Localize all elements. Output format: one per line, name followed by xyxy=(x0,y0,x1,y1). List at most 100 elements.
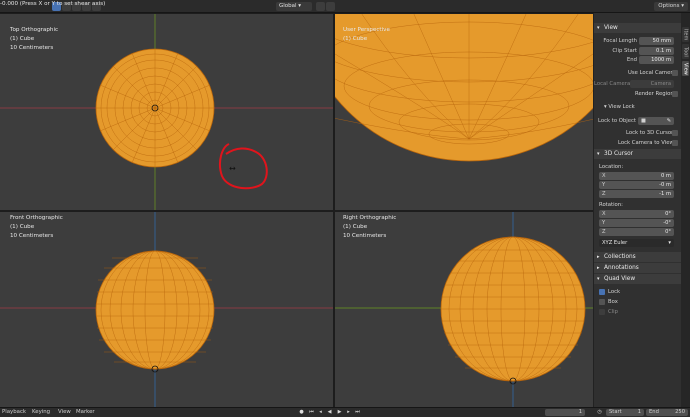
use-local-camera-label: Use Local Camera xyxy=(628,70,676,76)
cursor-location-x[interactable]: X 0 m xyxy=(599,172,674,180)
prev-keyframe-icon[interactable]: ◂ xyxy=(317,409,324,416)
clip-end-field[interactable]: 1000 m xyxy=(639,56,674,64)
status-text: -0.000 (Press X or Y to set shear axis) xyxy=(0,1,106,7)
tab-tool[interactable]: Tool xyxy=(682,44,689,59)
view-menu[interactable]: View xyxy=(58,408,71,417)
use-local-camera-checkbox[interactable] xyxy=(672,70,678,76)
lock-to-object-label: Lock to Object xyxy=(597,118,636,124)
current-frame-field[interactable]: 1 xyxy=(545,409,585,416)
cursor-panel-header[interactable]: ▾ 3D Cursor xyxy=(594,149,681,159)
focal-length-label: Focal Length xyxy=(603,38,637,44)
quad-clip-label: Clip xyxy=(608,309,619,315)
marker-menu[interactable]: Marker xyxy=(76,408,95,417)
axis-label: X xyxy=(602,173,606,179)
expand-triangle-icon: ▾ xyxy=(597,151,600,157)
tab-view[interactable]: View xyxy=(682,61,689,76)
expand-triangle-icon: ▾ xyxy=(597,25,600,31)
record-icon[interactable]: ● xyxy=(298,409,305,416)
viewport-view-name: User Perspective xyxy=(343,27,390,33)
cursor-location-y[interactable]: Y -0 m xyxy=(599,181,674,189)
next-keyframe-icon[interactable]: ▸ xyxy=(345,409,352,416)
lock-to-3d-cursor-checkbox[interactable] xyxy=(672,130,678,136)
preview-range-icon[interactable]: ◷ xyxy=(596,409,603,416)
playback-menu[interactable]: Playback xyxy=(2,408,26,417)
viewport-view-name: Front Orthographic xyxy=(10,215,63,221)
clip-start-label: Clip Start xyxy=(612,48,637,54)
axis-label: X xyxy=(602,211,606,217)
expand-triangle-icon: ▾ xyxy=(597,276,600,282)
axis-value: -0 m xyxy=(659,182,671,188)
sphere-mesh-front xyxy=(95,250,215,373)
cursor-location-z[interactable]: Z -1 m xyxy=(599,190,674,198)
collections-panel-header[interactable]: ▸ Collections xyxy=(594,252,681,262)
front-ortho-canvas xyxy=(0,212,333,407)
lock-camera-to-view-label: Lock Camera to View xyxy=(618,140,674,146)
end-frame-field[interactable]: End 250 xyxy=(646,409,688,416)
viewport-user-perspective[interactable]: User Perspective (1) Cube xyxy=(335,14,593,210)
sphere-mesh xyxy=(95,48,215,168)
cursor-rotation-z[interactable]: Z 0° xyxy=(599,228,674,236)
panel-title: 3D Cursor xyxy=(604,151,634,157)
rotation-label: Rotation: xyxy=(599,202,623,208)
tab-item[interactable]: Item xyxy=(682,27,689,42)
quad-box-checkbox[interactable] xyxy=(599,299,605,305)
red-annotation-circle: ↔ xyxy=(219,143,268,190)
pivot-icon[interactable] xyxy=(316,2,325,11)
eyedropper-icon[interactable]: ✎ xyxy=(667,118,671,124)
start-label: Start xyxy=(609,409,622,415)
axis-value: -0° xyxy=(663,220,671,226)
jump-start-icon[interactable]: ⏮ xyxy=(308,409,315,416)
clip-start-field[interactable]: 0.1 m xyxy=(639,47,674,55)
rotation-mode-dropdown[interactable]: XYZ Euler ▾ xyxy=(599,239,674,247)
viewport-object-name: (1) Cube xyxy=(10,224,35,230)
location-label: Location: xyxy=(599,164,624,170)
snap-icon[interactable] xyxy=(326,2,335,11)
annotations-panel-header[interactable]: ▸ Annotations xyxy=(594,263,681,273)
axis-value: 0 m xyxy=(660,173,671,179)
view-lock-header[interactable]: ▾ View Lock xyxy=(604,104,635,110)
jump-end-icon[interactable]: ⏭ xyxy=(354,409,361,416)
local-camera-label: Local Camera xyxy=(594,81,631,87)
start-frame-field[interactable]: Start 1 xyxy=(606,409,644,416)
play-icon[interactable]: ▶ xyxy=(336,409,343,416)
axis-value: -1 m xyxy=(659,191,671,197)
options-button[interactable]: Options ▾ xyxy=(654,2,688,11)
viewport-object-name: (1) Cube xyxy=(10,36,35,42)
cursor-rotation-y[interactable]: Y -0° xyxy=(599,219,674,227)
axis-value: 0° xyxy=(665,229,671,235)
local-camera-field[interactable]: Camera xyxy=(630,80,674,88)
panel-title: Quad View xyxy=(604,276,636,282)
panel-title: View xyxy=(604,25,618,31)
quad-box-label: Box xyxy=(608,299,618,305)
viewport-view-name: Right Orthographic xyxy=(343,215,397,221)
svg-text:↔: ↔ xyxy=(229,164,236,173)
quad-lock-checkbox[interactable] xyxy=(599,289,605,295)
perspective-canvas xyxy=(335,14,593,162)
right-ortho-canvas xyxy=(335,212,593,407)
collapsed-triangle-icon: ▸ xyxy=(597,254,600,260)
viewport-right-ortho[interactable]: Right Orthographic (1) Cube 10 Centimete… xyxy=(335,212,593,407)
end-label: End xyxy=(649,409,659,415)
quad-view-panel-header[interactable]: ▾ Quad View xyxy=(594,274,681,284)
cursor-rotation-x[interactable]: X 0° xyxy=(599,210,674,218)
sidebar-tabs: Item Tool View xyxy=(681,13,690,407)
viewport-top-ortho[interactable]: ↔ Top Orthographic (1) Cube 10 Centimete… xyxy=(0,14,333,210)
chevron-down-icon: ▾ xyxy=(668,240,671,246)
viewport-scale: 10 Centimeters xyxy=(10,45,54,51)
axis-label: Z xyxy=(602,191,606,197)
collapsed-triangle-icon: ▸ xyxy=(597,265,600,271)
start-value: 1 xyxy=(637,409,641,415)
render-region-checkbox[interactable] xyxy=(672,91,678,97)
lock-camera-to-view-checkbox[interactable] xyxy=(672,140,678,146)
keying-menu[interactable]: Keying xyxy=(32,408,50,417)
lock-to-object-field[interactable]: ■ ✎ xyxy=(638,117,674,125)
viewport-object-name: (1) Cube xyxy=(343,224,368,230)
play-reverse-icon[interactable]: ◀ xyxy=(326,409,333,416)
render-region-label: Render Region xyxy=(635,91,674,97)
timeline-header: Playback Keying View Marker ● ⏮ ◂ ◀ ▶ ▸ … xyxy=(0,407,690,417)
quad-clip-checkbox[interactable] xyxy=(599,309,605,315)
view-panel-header[interactable]: ▾ View xyxy=(594,23,681,33)
transform-orientation-dropdown[interactable]: Global ▾ xyxy=(276,2,312,11)
viewport-front-ortho[interactable]: Front Orthographic (1) Cube 10 Centimete… xyxy=(0,212,333,407)
focal-length-field[interactable]: 50 mm xyxy=(639,37,674,45)
